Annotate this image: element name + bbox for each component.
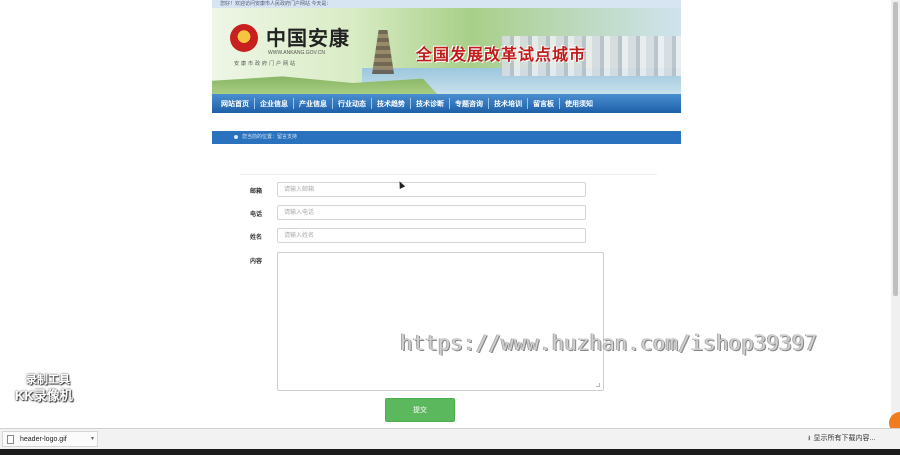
nav-item-enterprise[interactable]: 企业信息 bbox=[260, 99, 288, 109]
email-field[interactable]: 请输入邮箱 bbox=[277, 182, 586, 197]
nav-item-terms[interactable]: 使用须知 bbox=[565, 99, 593, 109]
nav-separator bbox=[449, 98, 450, 109]
banner-pagoda bbox=[372, 30, 394, 74]
breadcrumb: 您当前的位置：留言支持 bbox=[212, 131, 681, 144]
breadcrumb-bullet-icon bbox=[234, 134, 238, 139]
nav-separator bbox=[293, 98, 294, 109]
nav-separator bbox=[559, 98, 560, 109]
site-logo-url: WWW.ANKANG.GOV.CN bbox=[268, 50, 326, 56]
download-item[interactable]: header-logo.gif ▾ bbox=[2, 431, 98, 447]
site-logo-subtitle: 安康市政府门户网站 bbox=[234, 61, 298, 67]
download-bar: header-logo.gif ▾ ⭳ 显示所有下载内容... bbox=[0, 428, 900, 449]
breadcrumb-text: 您当前的位置：留言支持 bbox=[242, 134, 298, 140]
content-label: 内容 bbox=[250, 259, 263, 265]
nav-item-news[interactable]: 行业动态 bbox=[338, 99, 366, 109]
nav-item-diagnosis[interactable]: 技术诊断 bbox=[416, 99, 444, 109]
show-all-downloads-link[interactable]: ⭳ 显示所有下载内容... bbox=[808, 429, 875, 449]
nav-item-home[interactable]: 网站首页 bbox=[221, 99, 249, 109]
nav-item-training[interactable]: 技术培训 bbox=[494, 99, 522, 109]
url-watermark: https://www.huzhan.com/ishop39397 bbox=[400, 331, 818, 355]
email-label: 邮箱 bbox=[250, 189, 263, 195]
download-icon: ⭳ bbox=[808, 435, 811, 442]
nav-separator bbox=[410, 98, 411, 109]
form-divider bbox=[240, 174, 657, 175]
top-info-strip: 您好！欢迎访问安康市人民政府门户网站 今天是： bbox=[212, 0, 681, 8]
show-all-downloads-label: 显示所有下载内容... bbox=[813, 435, 876, 442]
main-nav: 网站首页 企业信息 产业信息 行业动态 技术趋势 技术诊断 专题咨询 技术培训 … bbox=[212, 94, 681, 113]
nav-separator bbox=[527, 98, 528, 109]
name-label: 姓名 bbox=[250, 235, 263, 241]
os-taskbar bbox=[0, 449, 900, 455]
nav-separator bbox=[332, 98, 333, 109]
phone-label: 电话 bbox=[250, 212, 263, 218]
name-field[interactable]: 请输入姓名 bbox=[277, 228, 586, 243]
content-textarea[interactable] bbox=[277, 252, 604, 391]
submit-button[interactable]: 提交 bbox=[385, 398, 455, 422]
download-file-name: header-logo.gif bbox=[20, 436, 67, 443]
nav-spacer bbox=[212, 113, 681, 131]
nav-item-industry[interactable]: 产业信息 bbox=[299, 99, 327, 109]
nav-item-consulting[interactable]: 专题咨询 bbox=[455, 99, 483, 109]
nav-item-trends[interactable]: 技术趋势 bbox=[377, 99, 405, 109]
chevron-down-icon[interactable]: ▾ bbox=[91, 432, 94, 447]
nav-separator bbox=[488, 98, 489, 109]
recorder-watermark-line2: KK录像机 bbox=[15, 388, 73, 403]
banner-slogan: 全国发展改革试点城市 bbox=[416, 45, 587, 64]
phone-field[interactable]: 请输入电话 bbox=[277, 205, 586, 220]
site-banner: 中国安康 WWW.ANKANG.GOV.CN 安康市政府门户网站 全国发展改革试… bbox=[212, 8, 681, 94]
file-icon bbox=[7, 435, 14, 444]
resize-grip-icon[interactable] bbox=[596, 383, 600, 387]
nav-separator bbox=[371, 98, 372, 109]
scrollbar-thumb[interactable] bbox=[893, 2, 898, 296]
nav-item-message-board[interactable]: 留言板 bbox=[533, 99, 554, 109]
site-logo-text[interactable]: 中国安康 bbox=[266, 22, 350, 51]
nav-separator bbox=[254, 98, 255, 109]
national-emblem-icon bbox=[230, 24, 258, 52]
